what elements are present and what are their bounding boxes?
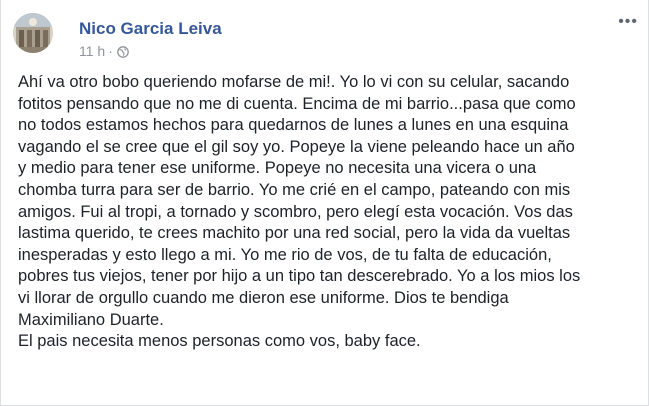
avatar[interactable] [13, 13, 53, 53]
post-text-line: lastima querido, te crees machito por un… [18, 224, 571, 243]
post-text-line: y medio para tener ese uniforme. Popeye … [18, 159, 537, 178]
post-text-line: vagando el se cree que el gil soy yo. Po… [18, 137, 575, 156]
post-meta: 11 h · [79, 43, 129, 59]
post-text-line: vi llorar de orgullo cuando me dieron es… [18, 288, 509, 307]
post-text-line: Maximiliano Duarte. [18, 310, 164, 329]
post-timestamp[interactable]: 11 h [79, 43, 105, 59]
post-text-line: amigos. Fui al tropi, a tornado y scombr… [18, 202, 573, 221]
post-text-line: Ahí va otro bobo queriendo mofarse de mi… [18, 73, 570, 91]
post-text-line: chomba turra para ser de barrio. Yo me c… [18, 180, 571, 199]
facebook-post: Nico Garcia Leiva 11 h · ••• Ahí va otro… [0, 0, 649, 406]
post-author-name[interactable]: Nico Garcia Leiva [79, 19, 222, 39]
post-text-line: fotitos pensando que no me di cuenta. En… [18, 94, 576, 113]
post-body: Ahí va otro bobo queriendo mofarse de mi… [18, 72, 643, 353]
profile-photo [13, 13, 53, 53]
post-text-line: inesperadas y esto llego a mi. Yo me rio… [18, 245, 552, 264]
meta-separator: · [108, 43, 113, 59]
post-text-line: pobres tus viejos, tener por hijo a un t… [18, 267, 581, 286]
more-options-icon[interactable]: ••• [618, 14, 638, 30]
post-text-line: no todos estamos hechos para quedarnos d… [18, 116, 569, 135]
post-text-line: El pais necesita menos personas como vos… [18, 332, 421, 351]
globe-icon[interactable] [117, 45, 129, 58]
